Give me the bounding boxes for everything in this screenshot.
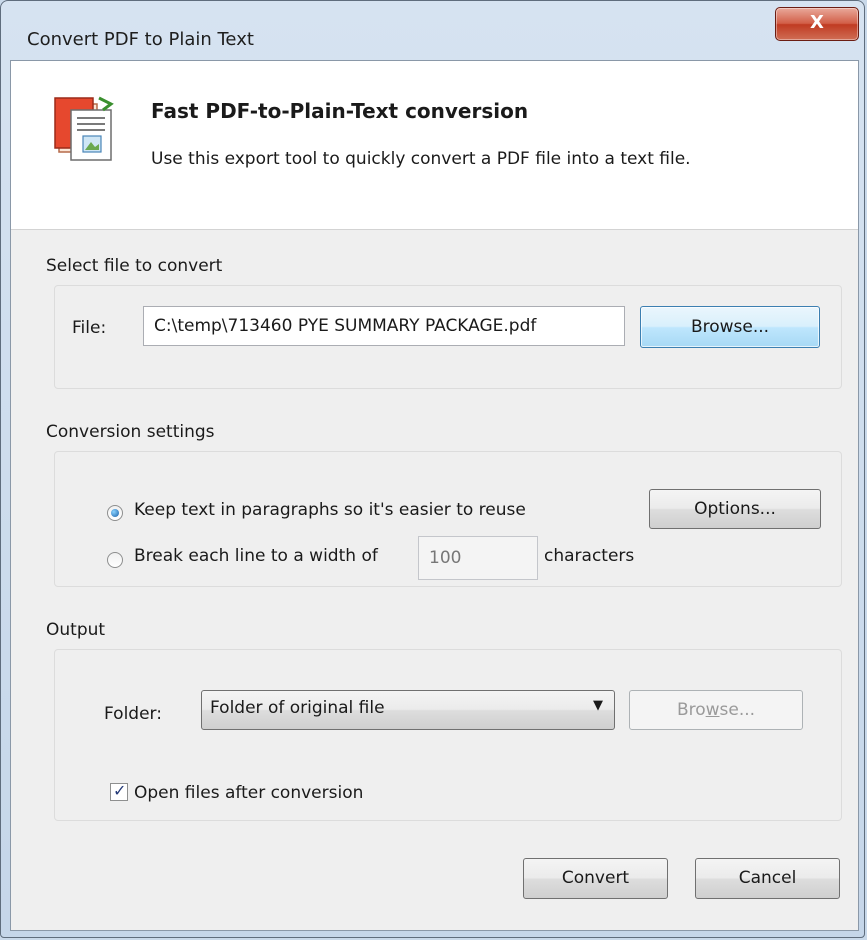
characters-label: characters [544, 546, 635, 566]
paragraphs-radio[interactable] [107, 505, 123, 521]
select-file-group-label: Select file to convert [42, 256, 227, 276]
browse-folder-label-a: Bro [676, 700, 706, 720]
folder-select[interactable]: Folder of original file ▼ [201, 690, 615, 730]
browse-folder-label-mnemonic: w [705, 700, 720, 720]
break-lines-radio[interactable] [107, 552, 123, 568]
header-description: Use this export tool to quickly convert … [151, 149, 691, 169]
file-label: File: [72, 318, 107, 338]
browse-file-button[interactable]: Browse... [640, 306, 820, 348]
open-after-label[interactable]: Open files after conversion [134, 783, 363, 803]
browse-folder-button: Browse... [629, 690, 803, 730]
open-after-checkbox[interactable]: ✓ [110, 781, 128, 801]
title-bar[interactable]: Convert PDF to Plain Text X [1, 1, 864, 50]
output-group: Output Folder: Folder of original file ▼… [42, 620, 842, 821]
select-file-group: Select file to convert File: C:\temp\713… [42, 256, 842, 389]
folder-select-value: Folder of original file [210, 698, 385, 718]
folder-label: Folder: [104, 704, 162, 724]
close-icon: X [810, 12, 824, 33]
paragraphs-option-label[interactable]: Keep text in paragraphs so it's easier t… [134, 500, 526, 520]
line-width-field[interactable]: 100 [418, 536, 538, 580]
break-lines-option-label[interactable]: Break each line to a width of [134, 546, 378, 566]
chevron-down-icon: ▼ [593, 698, 603, 713]
cancel-button[interactable]: Cancel [695, 858, 840, 899]
options-button[interactable]: Options... [649, 489, 821, 529]
header-title: Fast PDF-to-Plain-Text conversion [151, 99, 529, 123]
convert-button[interactable]: Convert [523, 858, 668, 899]
conversion-settings-group: Conversion settings Keep text in paragra… [42, 422, 842, 587]
checkmark-icon: ✓ [113, 781, 127, 800]
browse-folder-label-b: se... [719, 700, 756, 720]
pdf-to-text-icon [54, 96, 114, 161]
dialog-window: Convert PDF to Plain Text X Fast PDF-to-… [0, 0, 865, 938]
conversion-settings-group-label: Conversion settings [42, 422, 219, 442]
header-panel: Fast PDF-to-Plain-Text conversion Use th… [11, 61, 858, 230]
file-path-field[interactable]: C:\temp\713460 PYE SUMMARY PACKAGE.pdf [143, 306, 625, 346]
close-button[interactable]: X [775, 7, 859, 41]
output-group-label: Output [42, 620, 110, 640]
dialog-client-area: Fast PDF-to-Plain-Text conversion Use th… [10, 60, 859, 931]
radio-selected-dot [111, 509, 119, 517]
window-title: Convert PDF to Plain Text [27, 29, 254, 50]
